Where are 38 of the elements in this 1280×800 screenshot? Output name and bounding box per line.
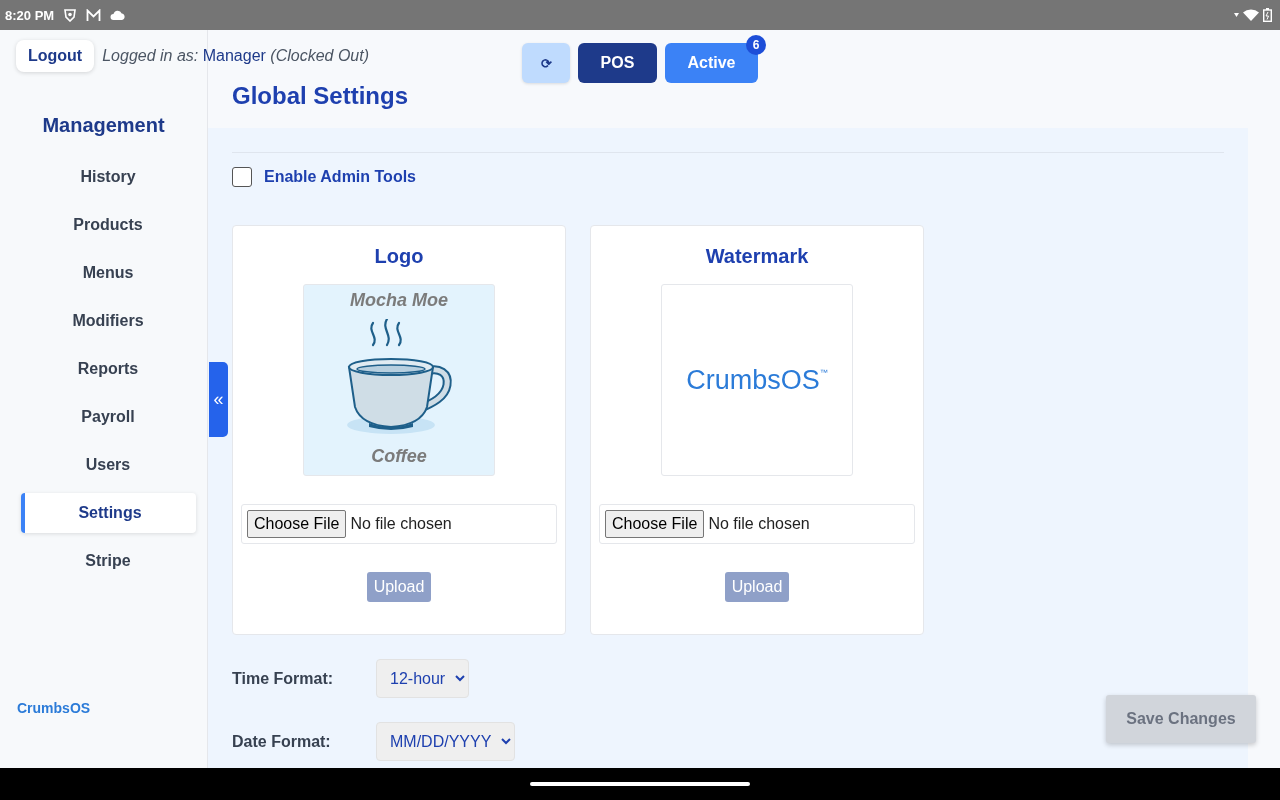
watermark-logo: CrumbsOS$^{™}$ (686, 364, 828, 396)
home-handle[interactable] (530, 782, 750, 786)
sidebar-title: Management (42, 113, 165, 137)
brand-logo: CrumbsOS (17, 700, 91, 716)
format-select[interactable]: 12-hour (376, 659, 469, 698)
pos-button[interactable]: POS (578, 43, 657, 83)
signal-icon (1234, 13, 1239, 17)
cloud-icon (110, 10, 126, 20)
sidebar-item[interactable]: History (20, 157, 196, 197)
field-label: Time Format: (232, 669, 335, 688)
battery-icon (1263, 8, 1272, 22)
status-time: 8:20 PM (5, 7, 55, 23)
login-status-text: Logged in as: Manager (Clocked Out) (102, 47, 370, 65)
sidebar-item[interactable]: Settings (20, 493, 196, 533)
card-title: Watermark (705, 244, 809, 268)
mail-icon (86, 8, 102, 22)
wifi-icon (1243, 9, 1259, 21)
checkbox-label: Enable Admin Tools (264, 168, 416, 186)
page-title: Global Settings (232, 82, 409, 110)
card-title: Logo (374, 244, 424, 268)
logo-text: Coffee (371, 446, 427, 466)
sidebar-item[interactable]: Products (20, 205, 196, 245)
logout-button[interactable]: Logout (16, 40, 95, 72)
sidebar-item[interactable]: Users (20, 445, 196, 485)
logo-text: Mocha Moe (350, 290, 448, 310)
sidebar-item[interactable]: Stripe (20, 541, 196, 581)
file-name-text: No file chosen (708, 515, 810, 533)
checkbox[interactable] (232, 167, 252, 187)
refresh-button[interactable]: ⟳ (522, 43, 570, 83)
shield-icon (63, 8, 78, 22)
field-label: Date Format: (232, 732, 332, 751)
sidebar-item[interactable]: Modifiers (20, 301, 196, 341)
sidebar-item[interactable]: Menus (20, 253, 196, 293)
file-name-text: No file chosen (350, 515, 452, 533)
sidebar-item[interactable]: Reports (20, 349, 196, 389)
sidebar-item[interactable]: Payroll (20, 397, 196, 437)
collapse-button[interactable]: « (209, 362, 228, 437)
format-select[interactable]: MM/DD/YYYY (376, 722, 515, 761)
